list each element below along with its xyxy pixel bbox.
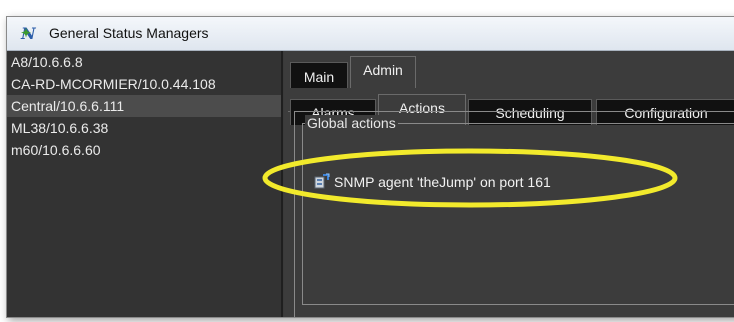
server-item[interactable]: A8/10.6.6.8 bbox=[7, 51, 281, 73]
server-item[interactable]: ML38/10.6.6.38 bbox=[7, 117, 281, 139]
server-item[interactable]: m60/10.6.6.60 bbox=[7, 139, 281, 161]
server-list: A8/10.6.6.8 CA-RD-MCORMIER/10.0.44.108 C… bbox=[7, 51, 283, 317]
global-action-label: SNMP agent 'theJump' on port 161 bbox=[334, 174, 551, 190]
server-item[interactable]: CA-RD-MCORMIER/10.0.44.108 bbox=[7, 73, 281, 95]
global-actions-group bbox=[302, 123, 734, 305]
general-status-managers-window: ✦ N General Status Managers A8/10.6.6.8 C… bbox=[6, 16, 734, 318]
tab-main[interactable]: Main bbox=[290, 62, 348, 88]
global-action-item[interactable]: SNMP agent 'theJump' on port 161 bbox=[313, 171, 551, 193]
tab-admin[interactable]: Admin bbox=[350, 56, 416, 88]
global-actions-title: Global actions bbox=[305, 115, 398, 131]
window-title: General Status Managers bbox=[49, 25, 209, 41]
app-icon: ✦ N bbox=[21, 24, 36, 43]
server-item-selected[interactable]: Central/10.6.6.111 bbox=[7, 95, 281, 117]
title-bar: ✦ N General Status Managers bbox=[7, 17, 734, 51]
snmp-agent-icon bbox=[314, 173, 330, 189]
